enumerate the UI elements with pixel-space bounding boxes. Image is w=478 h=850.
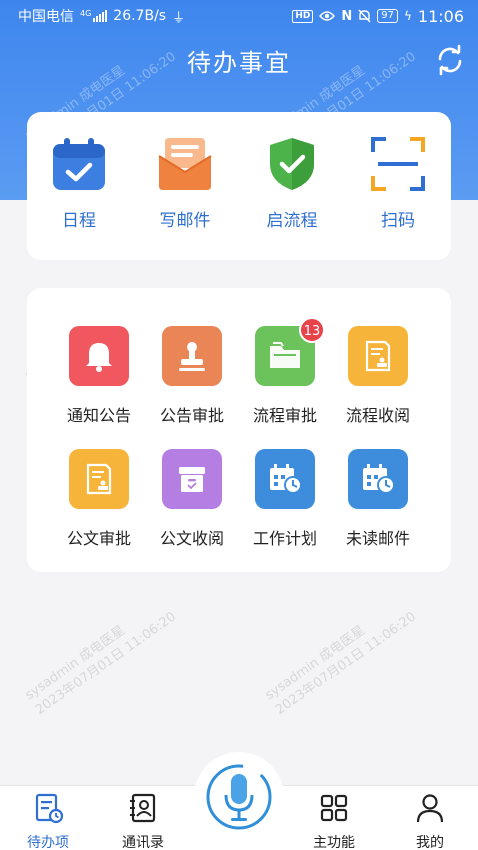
folder-icon (270, 342, 300, 368)
network-speed: 26.7B/s (113, 8, 167, 24)
app-process-read[interactable]: 流程收阅 (328, 326, 428, 426)
tab-main-functions[interactable]: 主功能 (294, 792, 374, 850)
usb-icon: ⏚ (172, 10, 186, 26)
app-document-approval-tile (69, 449, 129, 509)
person-icon (416, 794, 444, 823)
tab-me[interactable]: 我的 (390, 792, 470, 850)
app-process-approval[interactable]: 13 流程审批 (235, 317, 335, 426)
mute-bell-icon (358, 9, 371, 23)
hd-badge: HD (292, 9, 314, 23)
app-process-approval-tile: 13 (255, 317, 325, 386)
app-notice[interactable]: 通知公告 (49, 326, 149, 426)
tab-label: 我的 (416, 835, 444, 850)
app-label: 公告审批 (159, 406, 224, 425)
app-label: 流程审批 (252, 406, 317, 425)
app-document-read-tile (162, 449, 222, 509)
quick-action-start-process[interactable]: 启流程 (247, 136, 337, 231)
quick-action-label: 扫码 (381, 211, 415, 231)
quick-actions-card: 日程 写邮件 启流程 扫码 (27, 112, 451, 260)
app-unread-mail[interactable]: 未读邮件 (328, 449, 428, 549)
scan-frame-icon (371, 137, 425, 191)
app-document-read[interactable]: 公文收阅 (142, 449, 242, 549)
app-label: 流程收阅 (345, 406, 410, 425)
app-label: 通知公告 (66, 406, 131, 425)
nfc-icon: N (341, 8, 353, 24)
app-notice-tile (69, 326, 129, 386)
tab-contacts[interactable]: 通讯录 (103, 792, 183, 850)
quick-action-label: 日程 (62, 211, 96, 231)
charging-icon: ϟ (403, 9, 412, 23)
app-notice-approval-tile (162, 326, 222, 386)
app-process-read-tile (348, 326, 408, 386)
quick-action-label: 启流程 (266, 211, 318, 231)
app-label: 公文审批 (66, 529, 131, 548)
document-stamp-icon (86, 463, 112, 495)
archive-box-icon (179, 467, 205, 492)
app-work-plan-tile (255, 449, 315, 509)
app-notice-approval[interactable]: 公告审批 (142, 326, 242, 426)
app-label: 工作计划 (252, 529, 317, 548)
grid-apps-icon (320, 794, 348, 822)
envelope-letter-icon (158, 138, 212, 190)
network-type: 4G (80, 9, 92, 18)
unread-count-badge: 13 (299, 317, 325, 343)
quick-action-label: 写邮件 (159, 211, 211, 231)
quick-action-scan[interactable]: 扫码 (353, 136, 443, 231)
battery-level: 97 (377, 9, 398, 23)
tab-label: 通讯录 (122, 835, 164, 850)
app-label: 公文收阅 (159, 529, 224, 548)
bell-icon (86, 343, 112, 372)
title-bar: 待办事宜 (0, 40, 478, 80)
tab-label: 主功能 (313, 835, 355, 850)
eye-icon (319, 11, 336, 21)
app-unread-mail-tile (348, 449, 408, 509)
calendar-clock-icon (363, 464, 395, 494)
refresh-icon[interactable] (434, 44, 466, 76)
carrier-name: 中国电信 (18, 9, 74, 25)
contacts-icon (130, 793, 156, 823)
microphone-icon (206, 764, 272, 830)
watermark: sysadmin 成电医星2023年07月01日 11:06:20 (22, 609, 179, 718)
todo-list-icon (35, 793, 64, 824)
apps-card: 通知公告 公告审批 13 流程审批 流程收阅 公文审批 公文收阅 工作计划 未读… (27, 288, 451, 572)
shield-check-icon (270, 138, 314, 190)
stamp-icon (179, 342, 205, 371)
page-title: 待办事宜 (187, 48, 291, 77)
document-stamp-icon (365, 340, 391, 372)
signal-icon (93, 10, 108, 22)
tab-todo[interactable]: 待办项 (8, 792, 88, 850)
clock-time: 11:06 (417, 6, 464, 26)
quick-action-schedule[interactable]: 日程 (34, 136, 124, 231)
app-document-approval[interactable]: 公文审批 (49, 449, 149, 549)
app-label: 未读邮件 (345, 529, 410, 548)
calendar-check-icon (53, 138, 105, 190)
calendar-clock-icon (270, 464, 302, 494)
quick-action-write-mail[interactable]: 写邮件 (140, 136, 230, 231)
voice-button[interactable] (194, 752, 284, 842)
status-bar: 中国电信 4G 26.7B/s ⏚ HD N 97 ϟ 11:06 (0, 0, 478, 32)
watermark: sysadmin 成电医星2023年07月01日 11:06:20 (262, 609, 419, 718)
tab-label: 待办项 (27, 835, 69, 850)
app-work-plan[interactable]: 工作计划 (235, 449, 335, 549)
